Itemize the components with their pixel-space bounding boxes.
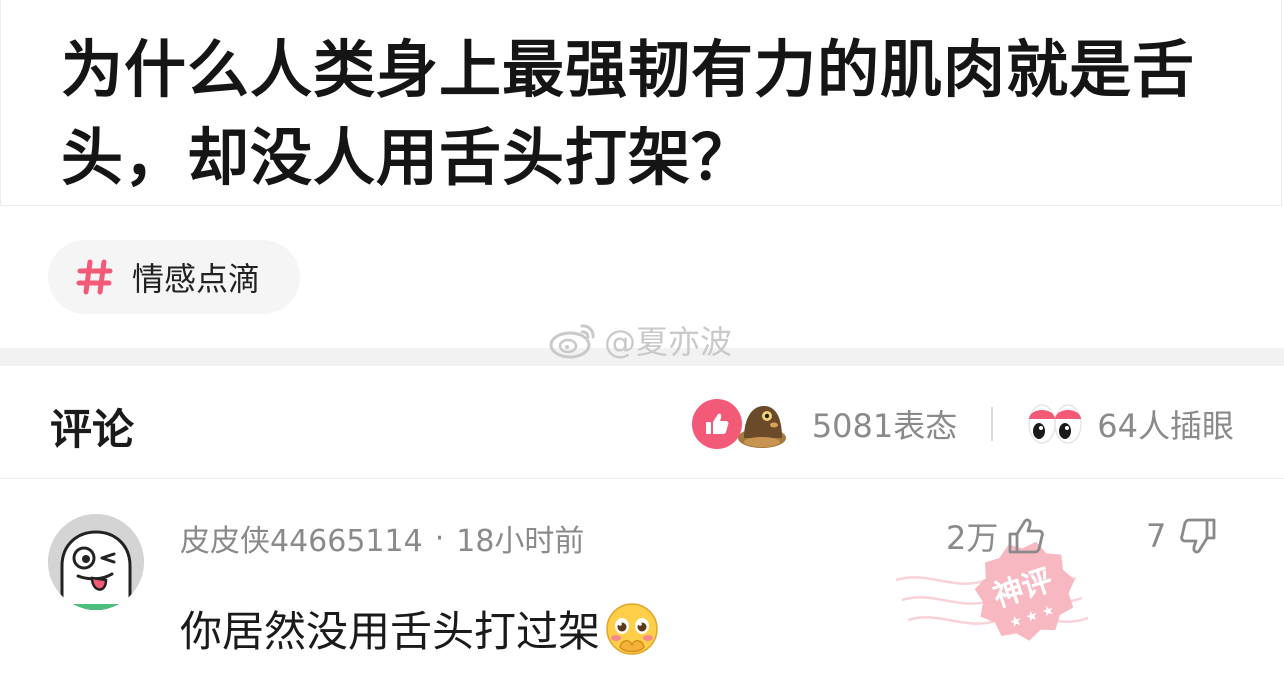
eyes-icon [1028,404,1083,444]
mole-reaction-icon [737,406,786,448]
comment-body: 你居然没用舌头打过架 [180,598,660,659]
watermark-text: @夏亦波 [604,323,733,361]
comment-meta: 皮皮侠44665114 · 18小时前 [180,516,584,560]
avatar[interactable] [48,514,144,610]
comment-text: 你居然没用舌头打过架 [180,607,601,656]
comment-time: 18小时前 [456,524,585,559]
comment-dislike-button[interactable]: 7 [1146,512,1218,560]
reactions-separator [991,407,994,441]
topic-tag-label: 情感点滴 [132,260,261,298]
reactions-count: 5081表态 [811,407,958,445]
comment-username[interactable]: 皮皮侠44665114 [180,516,423,560]
pleading-face-emoji [606,602,658,655]
thumbs-up-icon [1008,518,1045,554]
post-title: 为什么人类身上最强韧有力的肌肉就是舌头，却没人用舌头打架？ [61,33,1196,194]
post-title-card: 为什么人类身上最强韧有力的肌肉就是舌头，却没人用舌头打架？ [0,0,1282,206]
thumbs-down-icon [1180,518,1216,554]
comment-like-count: 2万 [946,519,999,557]
weibo-icon [549,324,595,359]
hash-icon [76,259,113,295]
avatar-face-icon [48,514,144,610]
comment-dislike-count: 7 [1146,517,1167,555]
meta-separator: · [434,520,445,556]
watermark: @夏亦波 [548,318,732,362]
topic-tag-chip[interactable]: 情感点滴 [48,240,300,314]
header-divider [0,478,1284,479]
comments-heading: 评论 [50,405,135,454]
glance-count: 64人插眼 [1097,407,1234,445]
reactions-summary[interactable]: 5081表态 64人插眼 [691,396,1234,452]
comment-like-button[interactable]: 2万 [946,512,1046,560]
thumbs-up-reaction-icon [691,399,742,449]
